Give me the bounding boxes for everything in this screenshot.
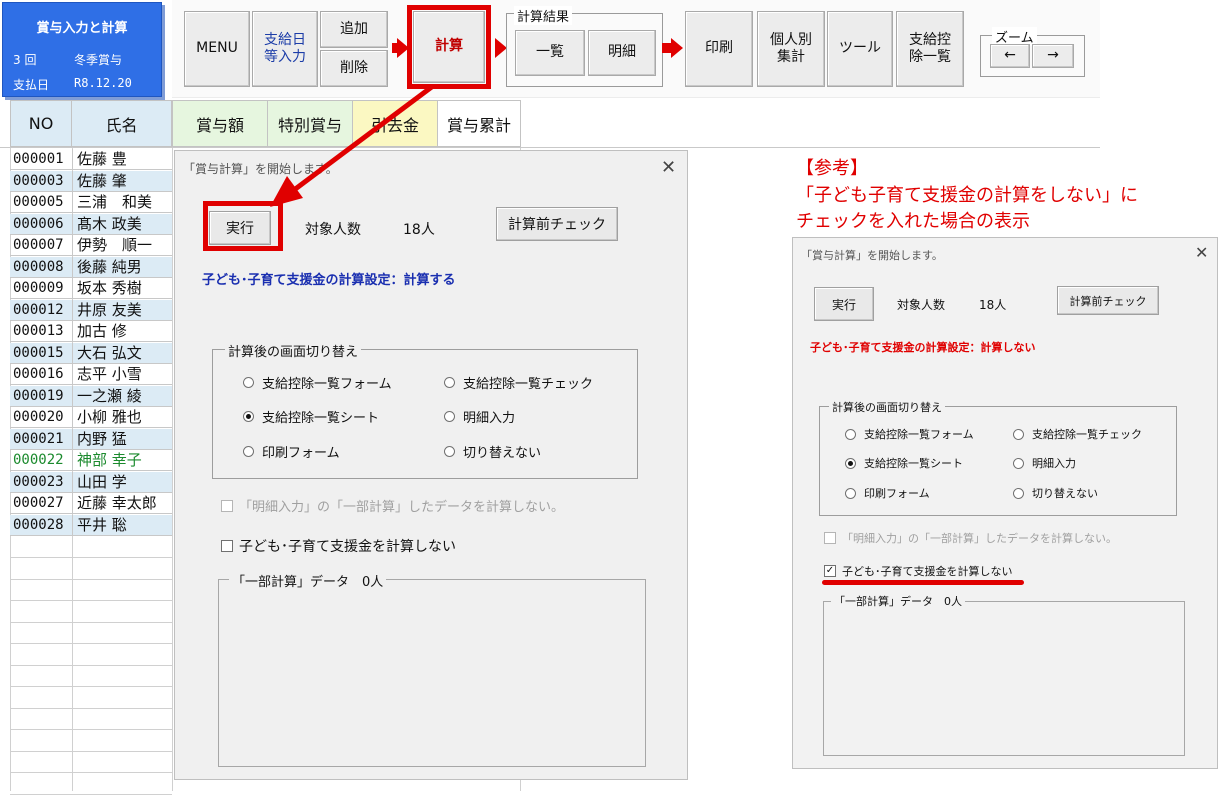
grid-row-line bbox=[10, 793, 172, 795]
annotation-underline bbox=[822, 580, 1024, 585]
radio-circle-icon bbox=[1013, 428, 1024, 440]
radio-selected-icon bbox=[845, 457, 856, 469]
annotation-line-2: 「子ども子育て支援金の計算をしない」に bbox=[796, 185, 1138, 206]
no-partial-calc-checkbox[interactable]: 「明細入力」の「一部計算」したデータを計算しない。 bbox=[824, 530, 1117, 546]
dialog-title: 「賞与計算」を開始します。 bbox=[801, 249, 943, 262]
checkbox-label: 「明細入力」の「一部計算」したデータを計算しない。 bbox=[842, 532, 1117, 545]
annotation-line-1: 【参考】 bbox=[796, 158, 868, 179]
radio-circle-icon bbox=[845, 428, 856, 440]
checkbox-icon bbox=[824, 532, 836, 544]
radio-circle-icon bbox=[1013, 487, 1024, 499]
radio-deduction-sheet[interactable]: 支給控除一覧シート bbox=[845, 455, 963, 471]
target-label: 対象人数 bbox=[897, 298, 946, 312]
radio-no-switch[interactable]: 切り替えない bbox=[1013, 485, 1098, 501]
annotation-line-3: チェックを入れた場合の表示 bbox=[796, 211, 1030, 232]
radio-label: 印刷フォーム bbox=[864, 487, 930, 500]
callout-arrow-line bbox=[292, 83, 435, 193]
precheck-button[interactable]: 計算前チェック bbox=[1057, 286, 1159, 315]
target-count: 18人 bbox=[979, 298, 1007, 312]
run-button[interactable]: 実行 bbox=[814, 287, 874, 321]
close-icon[interactable]: ✕ bbox=[1195, 243, 1208, 262]
checkbox-label: 子ども･子育て支援金を計算しない bbox=[842, 565, 1013, 578]
radio-label: 切り替えない bbox=[1032, 487, 1098, 500]
radio-print-form[interactable]: 印刷フォーム bbox=[845, 485, 930, 501]
bonus-calc-dialog-reference: 「賞与計算」を開始します。 ✕ 実行 対象人数 18人 計算前チェック 子ども･… bbox=[792, 237, 1218, 769]
partial-calc-legend: 「一部計算」データ 0人 bbox=[831, 593, 965, 609]
partial-calc-list[interactable] bbox=[823, 601, 1185, 756]
radio-label: 支給控除一覧チェック bbox=[1032, 428, 1142, 441]
radio-label: 明細入力 bbox=[1032, 457, 1076, 470]
callout-arrow-head bbox=[270, 176, 303, 207]
checkbox-checked-icon: ✓ bbox=[824, 565, 836, 577]
radio-label: 支給控除一覧シート bbox=[864, 457, 963, 470]
radio-detail-input[interactable]: 明細入力 bbox=[1013, 455, 1076, 471]
radio-circle-icon bbox=[845, 487, 856, 499]
kodomo-setting-label: 子ども･子育て支援金の計算設定：計算しない bbox=[810, 341, 1036, 354]
radio-circle-icon bbox=[1013, 457, 1024, 469]
switch-screen-legend: 計算後の画面切り替え bbox=[829, 399, 945, 415]
no-kodomo-checkbox[interactable]: ✓ 子ども･子育て支援金を計算しない bbox=[824, 563, 1013, 579]
radio-deduction-form[interactable]: 支給控除一覧フォーム bbox=[845, 426, 974, 442]
radio-deduction-check[interactable]: 支給控除一覧チェック bbox=[1013, 426, 1142, 442]
radio-label: 支給控除一覧フォーム bbox=[864, 428, 974, 441]
